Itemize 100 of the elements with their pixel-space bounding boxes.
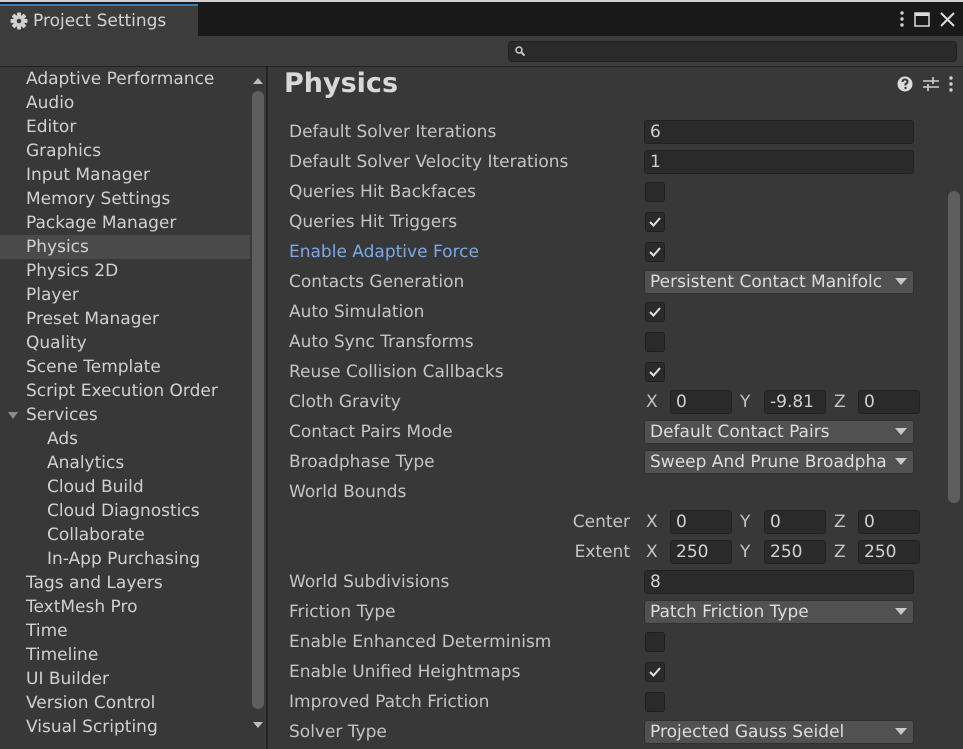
sidebar-item[interactable]: Time xyxy=(0,619,250,643)
sidebar-item[interactable]: Memory Settings xyxy=(0,187,250,211)
sidebar-item[interactable]: Visual Scripting xyxy=(0,715,250,739)
page-title: Physics xyxy=(284,68,398,99)
sidebar-item[interactable]: Script Execution Order xyxy=(0,379,250,403)
field-label: Auto Simulation xyxy=(289,302,424,322)
axis-label: Z xyxy=(834,392,846,412)
checkmark-icon xyxy=(648,666,662,678)
checkmark-icon xyxy=(648,246,662,258)
dropdown-arrow-icon xyxy=(895,608,907,616)
scroll-down-icon[interactable] xyxy=(253,721,263,729)
sidebar-item[interactable]: Editor xyxy=(0,115,250,139)
axis-label: X xyxy=(646,512,658,532)
scroll-up-icon[interactable] xyxy=(253,77,263,85)
dropdown-arrow-icon xyxy=(895,728,907,736)
expanded-arrow-icon[interactable] xyxy=(8,410,18,420)
sidebar-item[interactable]: Package Manager xyxy=(0,211,250,235)
sidebar-item[interactable]: Graphics xyxy=(0,139,250,163)
number-field[interactable]: 0 xyxy=(764,510,826,534)
checkmark-icon xyxy=(648,216,662,228)
sidebar-item[interactable]: Cloud Diagnostics xyxy=(0,499,250,523)
number-field[interactable]: 0 xyxy=(670,390,732,414)
sidebar-item[interactable]: Cloud Build xyxy=(0,475,250,499)
sidebar-item[interactable]: Physics xyxy=(0,235,250,259)
sidebar-item[interactable]: Ads xyxy=(0,427,250,451)
sliders-icon[interactable] xyxy=(923,76,939,92)
sidebar-item[interactable]: Physics 2D xyxy=(0,259,250,283)
sidebar-item[interactable]: Input Manager xyxy=(0,163,250,187)
field-label: World Subdivisions xyxy=(289,572,450,592)
field-label: Enable Unified Heightmaps xyxy=(289,662,520,682)
sidebar-item[interactable]: Quality xyxy=(0,331,250,355)
field-label: Enable Enhanced Determinism xyxy=(289,632,552,652)
checkbox[interactable] xyxy=(645,242,665,262)
dropdown[interactable]: Sweep And Prune Broadpha xyxy=(644,450,914,474)
more-options-icon[interactable] xyxy=(900,11,904,27)
number-field[interactable]: 0 xyxy=(858,390,920,414)
scrollbar-thumb[interactable] xyxy=(252,91,264,709)
checkmark-icon xyxy=(648,366,662,378)
checkbox[interactable] xyxy=(645,362,665,382)
dropdown[interactable]: Persistent Contact Manifolc xyxy=(644,270,914,294)
field-label: Default Solver Velocity Iterations xyxy=(289,152,568,172)
dropdown[interactable]: Patch Friction Type xyxy=(644,600,914,624)
sidebar-item[interactable]: Collaborate xyxy=(0,523,250,547)
axis-label: Z xyxy=(834,542,846,562)
number-field[interactable]: -9.81 xyxy=(764,390,826,414)
more-options-icon[interactable] xyxy=(949,76,953,92)
search-icon xyxy=(515,46,525,56)
sidebar-item[interactable]: Services xyxy=(0,403,250,427)
sidebar-item[interactable]: Version Control xyxy=(0,691,250,715)
dropdown[interactable]: Projected Gauss Seidel xyxy=(644,720,914,744)
sidebar-item[interactable]: Tags and Layers xyxy=(0,571,250,595)
axis-label: Y xyxy=(740,542,750,562)
number-field[interactable]: 250 xyxy=(670,540,732,564)
dropdown-arrow-icon xyxy=(895,278,907,286)
scrollbar-thumb[interactable] xyxy=(948,191,960,503)
sidebar-item[interactable]: Adaptive Performance xyxy=(0,67,250,91)
checkbox[interactable] xyxy=(645,212,665,232)
checkbox[interactable] xyxy=(645,662,665,682)
field-label: Reuse Collision Callbacks xyxy=(289,362,504,382)
number-field[interactable]: 0 xyxy=(858,510,920,534)
field-label: Solver Type xyxy=(289,722,387,742)
number-field[interactable]: 6 xyxy=(644,120,914,144)
axis-label: Y xyxy=(740,512,750,532)
checkbox[interactable] xyxy=(645,632,665,652)
field-label: Auto Sync Transforms xyxy=(289,332,474,352)
number-field[interactable]: 250 xyxy=(764,540,826,564)
axis-label: X xyxy=(646,542,658,562)
sidebar-item[interactable]: In-App Purchasing xyxy=(0,547,250,571)
field-label: Extent xyxy=(574,542,630,562)
checkbox[interactable] xyxy=(645,692,665,712)
sidebar-item[interactable]: Player xyxy=(0,283,250,307)
sidebar-item[interactable]: Analytics xyxy=(0,451,250,475)
number-field[interactable]: 250 xyxy=(858,540,920,564)
dropdown-arrow-icon xyxy=(895,458,907,466)
field-label: Queries Hit Triggers xyxy=(289,212,458,232)
field-label: Enable Adaptive Force xyxy=(289,242,479,262)
dropdown[interactable]: Default Contact Pairs xyxy=(644,420,914,444)
field-label: Contact Pairs Mode xyxy=(289,422,453,442)
sidebar-item[interactable]: Preset Manager xyxy=(0,307,250,331)
number-field[interactable]: 0 xyxy=(670,510,732,534)
maximize-icon[interactable] xyxy=(914,12,930,26)
field-label: Friction Type xyxy=(289,602,396,622)
checkmark-icon xyxy=(648,306,662,318)
checkbox[interactable] xyxy=(645,332,665,352)
sidebar-item[interactable]: Scene Template xyxy=(0,355,250,379)
sidebar-item[interactable]: UI Builder xyxy=(0,667,250,691)
help-icon[interactable] xyxy=(897,76,913,92)
axis-label: Y xyxy=(740,392,750,412)
search-field[interactable] xyxy=(508,40,957,62)
axis-label: Z xyxy=(834,512,846,532)
checkbox[interactable] xyxy=(645,182,665,202)
sidebar-item[interactable]: Timeline xyxy=(0,643,250,667)
sidebar-item[interactable]: Audio xyxy=(0,91,250,115)
number-field[interactable]: 8 xyxy=(644,570,914,594)
checkbox[interactable] xyxy=(645,302,665,322)
number-field[interactable]: 1 xyxy=(644,150,914,174)
sidebar-item[interactable]: TextMesh Pro xyxy=(0,595,250,619)
dropdown-arrow-icon xyxy=(895,428,907,436)
window-tab[interactable]: Project Settings xyxy=(0,4,198,36)
close-icon[interactable] xyxy=(940,12,955,26)
